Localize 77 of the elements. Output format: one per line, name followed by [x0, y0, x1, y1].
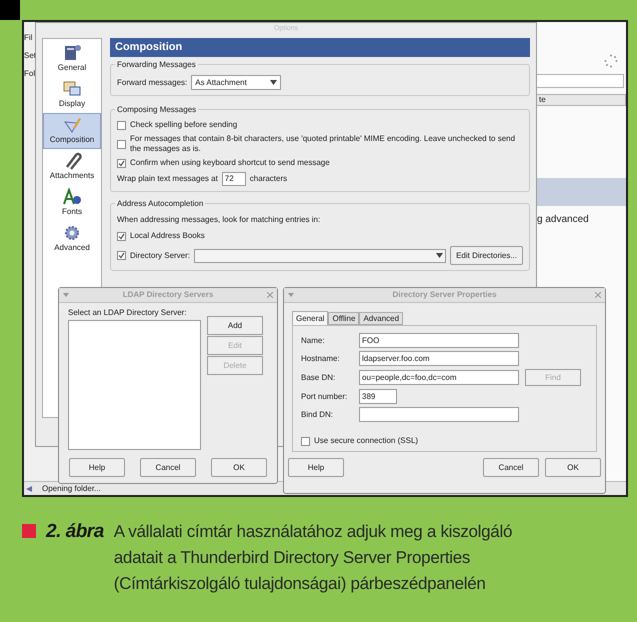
group-title: Forwarding Messages [115, 59, 198, 71]
dialog-button[interactable]: Help [288, 458, 344, 477]
close-icon[interactable] [267, 292, 273, 298]
category-item[interactable]: Advanced [43, 221, 101, 257]
figure-caption: A vállalati címtár használatához adjuk meg a kiszolgáló adatait a Thunderbird Directory Server Properties (Címtárkiszolgáló tulajdonságai) párbeszédpanelén [114, 521, 514, 595]
field-label: Base DN: [301, 372, 336, 384]
option-label: Directory Server: [130, 250, 190, 262]
field-label: Wrap plain text messages at [117, 173, 218, 185]
wrap-field[interactable]: 72 [222, 172, 246, 186]
tab[interactable]: Offline [328, 312, 360, 325]
dialog-button[interactable]: Cancel [140, 458, 196, 477]
text-field[interactable]: 389 [359, 389, 397, 404]
group-title: Address Autocompletion [115, 198, 206, 210]
category-item[interactable]: Fonts [43, 185, 101, 221]
column-header[interactable]: te [535, 94, 626, 106]
group-title: Composing Messages [115, 104, 198, 116]
menu-fragment[interactable]: Fol [24, 70, 36, 78]
directory-dropdown[interactable] [194, 248, 446, 262]
list-label: Select an LDAP Directory Server: [68, 307, 188, 319]
group-description: When addressing messages, look for matching entries in: [117, 214, 322, 226]
document-icon [62, 44, 82, 62]
field-label: Forward messages: [117, 76, 188, 88]
checkbox[interactable] [117, 140, 126, 148]
corner-square [0, 0, 20, 20]
tab[interactable]: Advanced [359, 312, 404, 325]
close-icon[interactable] [595, 292, 601, 298]
forward-dropdown[interactable]: As Attachment [191, 75, 282, 90]
dialog-button[interactable]: Add [207, 316, 263, 335]
window-menu-icon[interactable] [288, 293, 294, 297]
text-field[interactable]: ou=people,dc=foo,dc=com [359, 370, 519, 385]
checkbox[interactable] [117, 120, 126, 130]
text-field[interactable] [359, 407, 519, 422]
option-label: For messages that contain 8-bit characters, use 'quoted printable' MIME encoding. Leave unchecked to send the messages as is. [130, 134, 516, 154]
search-field[interactable] [535, 74, 624, 88]
dialog-button[interactable]: OK [211, 458, 267, 477]
field-label: Hostname: [301, 352, 341, 364]
dialog-button[interactable]: OK [545, 458, 601, 477]
window-menu-icon[interactable] [63, 293, 69, 297]
field-label: Bind DN: [301, 408, 334, 420]
window-title: Directory Server Properties [392, 289, 497, 301]
unit-label: characters [250, 173, 288, 185]
text-fragment: g advanced [536, 213, 590, 227]
tab[interactable]: General [292, 311, 328, 325]
category-item[interactable]: Attachments [43, 149, 101, 185]
checkbox[interactable] [117, 158, 126, 168]
category-item[interactable]: Composition [43, 113, 101, 149]
checkbox[interactable] [117, 232, 126, 240]
spinner-icon [604, 54, 618, 68]
figure-label: 2. ábra [46, 520, 104, 544]
option-label: Check spelling before sending [130, 120, 238, 130]
menu-fragment[interactable]: Set [24, 52, 36, 60]
text-field[interactable]: FOO [359, 333, 519, 348]
dialog-button[interactable]: Cancel [483, 458, 539, 477]
option-label: Local Address Books [130, 230, 205, 242]
status-text: Opening folder... [42, 482, 101, 494]
font-icon [62, 188, 82, 206]
category-item[interactable]: General [43, 41, 101, 77]
checkbox[interactable] [117, 251, 126, 260]
gear-icon [62, 224, 82, 242]
field-label: Name: [301, 334, 326, 346]
text-field[interactable]: ldapserver.foo.com [359, 351, 519, 366]
option-label: Use secure connection (SSL) [314, 435, 418, 447]
menu-fragment[interactable]: Fil [24, 34, 36, 42]
window-title: LDAP Directory Servers [122, 289, 214, 301]
pencil-icon [62, 116, 82, 134]
category-item[interactable]: Display [43, 77, 101, 113]
checkbox[interactable] [301, 436, 310, 446]
dialog-button[interactable]: Help [69, 458, 125, 477]
option-label: Confirm when using keyboard shortcut to send message [130, 158, 331, 168]
dropdown-arrow-icon [270, 80, 278, 85]
panel-header: Composition [110, 38, 530, 57]
display-icon [62, 80, 82, 98]
dialog-button[interactable]: Edit Directories... [450, 246, 523, 265]
dropdown-arrow-icon [436, 253, 444, 258]
server-list[interactable] [68, 320, 201, 450]
field-label: Port number: [301, 390, 348, 402]
caption-marker [22, 524, 36, 538]
